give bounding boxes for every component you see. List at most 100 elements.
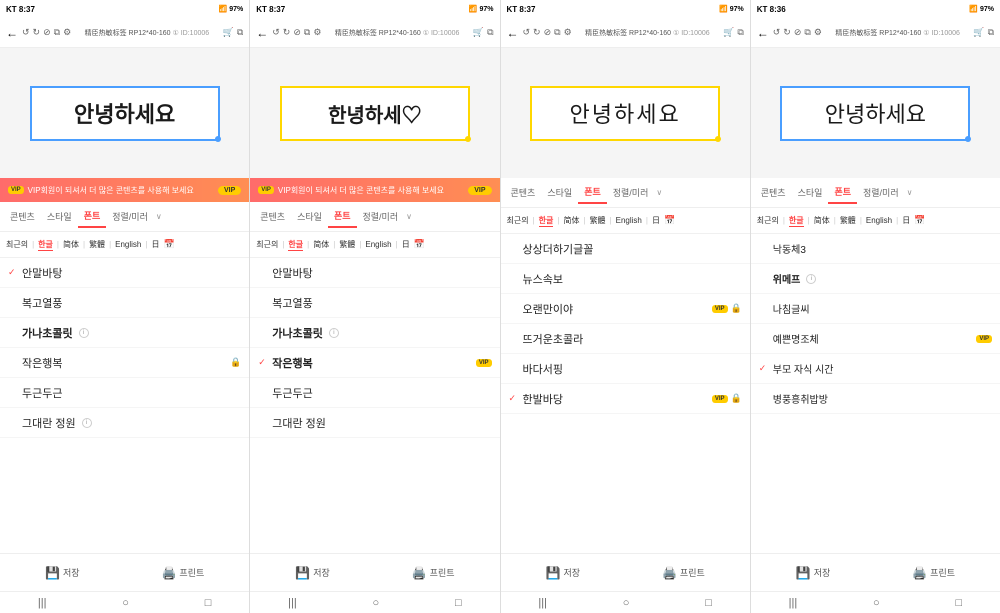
- tab-콘텐츠[interactable]: 콘텐츠: [254, 206, 291, 227]
- tab-dropdown-arrow[interactable]: ∨: [656, 188, 662, 197]
- font-item[interactable]: 오랜만이야VIP🔒: [501, 294, 750, 324]
- refresh-icon[interactable]: ↺: [773, 27, 781, 38]
- info-icon[interactable]: i: [329, 328, 339, 338]
- info-icon[interactable]: i: [79, 328, 89, 338]
- 저장-button[interactable]: 💾 저장: [545, 566, 580, 580]
- copy-icon[interactable]: ⧉: [304, 27, 310, 38]
- tab-콘텐츠[interactable]: 콘텐츠: [505, 182, 542, 203]
- info-icon[interactable]: i: [806, 274, 816, 284]
- lang-繁體[interactable]: 繁體: [89, 239, 105, 250]
- font-item[interactable]: 뉴스속보: [501, 264, 750, 294]
- font-item[interactable]: ✓작은행복VIP: [250, 348, 499, 378]
- resize-handle[interactable]: [465, 136, 471, 142]
- font-item[interactable]: 나침글씨: [751, 294, 1000, 324]
- font-item[interactable]: 바다서핑: [501, 354, 750, 384]
- settings-icon[interactable]: ⚙: [63, 27, 71, 38]
- vip-badge[interactable]: VIP: [218, 186, 241, 195]
- save-icon[interactable]: ⊘: [43, 27, 51, 38]
- refresh-icon[interactable]: ↺: [523, 27, 531, 38]
- font-item[interactable]: 병풍흥취밥방: [751, 384, 1000, 414]
- tab-스타일[interactable]: 스타일: [291, 206, 328, 227]
- menu-icon[interactable]: |||: [789, 597, 798, 609]
- preview-box[interactable]: 안녕하세요: [780, 86, 970, 141]
- tab-폰트[interactable]: 폰트: [78, 205, 107, 228]
- cart-icon[interactable]: 🛒: [973, 27, 984, 38]
- forward-icon[interactable]: ↻: [533, 27, 541, 38]
- lang-日[interactable]: 日: [151, 239, 159, 250]
- preview-box[interactable]: 안녕하세요: [530, 86, 720, 141]
- save-icon[interactable]: ⊘: [293, 27, 301, 38]
- lang-简体[interactable]: 简体: [313, 239, 329, 250]
- lang-한글[interactable]: 한글: [288, 239, 303, 251]
- lang-최근의[interactable]: 최근의: [757, 215, 779, 226]
- tab-정렬/미러[interactable]: 정렬/미러: [357, 206, 405, 227]
- font-item[interactable]: 안말바탕: [250, 258, 499, 288]
- lang-English[interactable]: English: [115, 240, 141, 249]
- tab-정렬/미러[interactable]: 정렬/미러: [857, 182, 905, 203]
- menu-icon[interactable]: |||: [288, 597, 297, 609]
- tab-dropdown-arrow[interactable]: ∨: [907, 188, 913, 197]
- copy-icon[interactable]: ⧉: [554, 27, 560, 38]
- vip-badge[interactable]: VIP: [468, 186, 491, 195]
- lang-日[interactable]: 日: [652, 215, 660, 226]
- 저장-button[interactable]: 💾 저장: [45, 566, 80, 580]
- lang-简体[interactable]: 简体: [814, 215, 830, 226]
- tab-콘텐츠[interactable]: 콘텐츠: [755, 182, 792, 203]
- font-item[interactable]: 복고열풍: [250, 288, 499, 318]
- lang-한글[interactable]: 한글: [38, 239, 53, 251]
- vip-banner[interactable]: VIP VIP회원이 되셔서 더 많은 콘텐츠를 사용해 보세요 VIP: [250, 178, 499, 202]
- font-item[interactable]: 두근두근: [250, 378, 499, 408]
- font-item[interactable]: 위메프i: [751, 264, 1000, 294]
- tab-정렬/미러[interactable]: 정렬/미러: [607, 182, 655, 203]
- font-item[interactable]: 상상더하기글꼴: [501, 234, 750, 264]
- back-icon[interactable]: ←: [757, 26, 769, 40]
- back-square-icon[interactable]: □: [705, 597, 712, 609]
- tab-dropdown-arrow[interactable]: ∨: [156, 212, 162, 221]
- settings-icon[interactable]: ⚙: [564, 27, 572, 38]
- lang-简体[interactable]: 简体: [63, 239, 79, 250]
- lang-繁體[interactable]: 繁體: [339, 239, 355, 250]
- share-icon[interactable]: ⧉: [487, 27, 493, 38]
- settings-icon[interactable]: ⚙: [814, 27, 822, 38]
- lang-日[interactable]: 日: [402, 239, 410, 250]
- font-item[interactable]: 그대란 정원: [250, 408, 499, 438]
- 저장-button[interactable]: 💾 저장: [796, 566, 831, 580]
- lang-한글[interactable]: 한글: [539, 215, 554, 227]
- resize-handle[interactable]: [215, 136, 221, 142]
- lang-简体[interactable]: 简体: [563, 215, 579, 226]
- back-square-icon[interactable]: □: [205, 597, 212, 609]
- info-icon[interactable]: i: [82, 418, 92, 428]
- share-icon[interactable]: ⧉: [237, 27, 243, 38]
- lang-English[interactable]: English: [616, 216, 642, 225]
- tab-dropdown-arrow[interactable]: ∨: [406, 212, 412, 221]
- share-icon[interactable]: ⧉: [737, 27, 743, 38]
- font-item[interactable]: 가나초콜릿i: [0, 318, 249, 348]
- tab-스타일[interactable]: 스타일: [41, 206, 78, 227]
- font-item[interactable]: ✓안말바탕: [0, 258, 249, 288]
- 프린트-button[interactable]: 🖨️ 프린트: [161, 566, 204, 580]
- font-item[interactable]: 뜨거운초콜라: [501, 324, 750, 354]
- copy-icon[interactable]: ⧉: [804, 27, 810, 38]
- save-icon[interactable]: ⊘: [794, 27, 802, 38]
- font-item[interactable]: 두근두근: [0, 378, 249, 408]
- tab-폰트[interactable]: 폰트: [578, 181, 607, 204]
- cart-icon[interactable]: 🛒: [223, 27, 234, 38]
- font-item[interactable]: 복고열풍: [0, 288, 249, 318]
- back-square-icon[interactable]: □: [455, 597, 462, 609]
- copy-icon[interactable]: ⧉: [54, 27, 60, 38]
- vip-banner[interactable]: VIP VIP회원이 되셔서 더 많은 콘텐츠를 사용해 보세요 VIP: [0, 178, 249, 202]
- 저장-button[interactable]: 💾 저장: [295, 566, 330, 580]
- home-icon[interactable]: ○: [873, 597, 880, 609]
- preview-box[interactable]: 안녕하세요: [30, 86, 220, 141]
- forward-icon[interactable]: ↻: [33, 27, 41, 38]
- calendar-icon[interactable]: 📅: [163, 239, 174, 250]
- tab-폰트[interactable]: 폰트: [828, 181, 857, 204]
- lang-최근의[interactable]: 최근의: [6, 239, 28, 250]
- calendar-icon[interactable]: 📅: [914, 215, 925, 226]
- lang-繁體[interactable]: 繁體: [840, 215, 856, 226]
- cart-icon[interactable]: 🛒: [473, 27, 484, 38]
- lang-English[interactable]: English: [866, 216, 892, 225]
- forward-icon[interactable]: ↻: [783, 27, 791, 38]
- menu-icon[interactable]: |||: [38, 597, 47, 609]
- share-icon[interactable]: ⧉: [988, 27, 994, 38]
